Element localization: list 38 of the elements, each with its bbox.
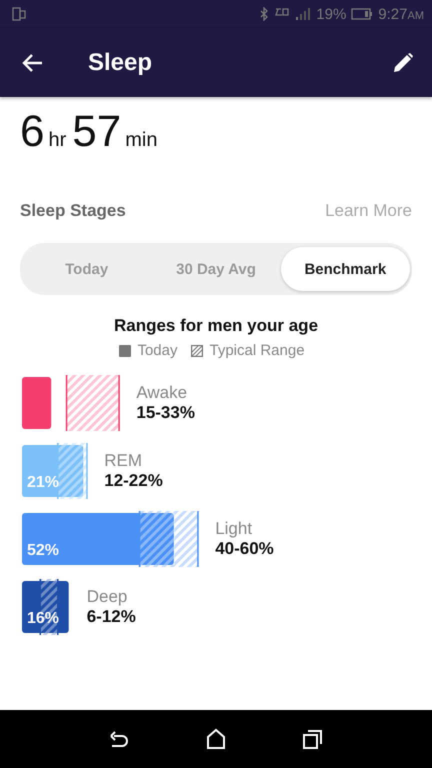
- tab[interactable]: Today: [22, 247, 152, 291]
- home-icon[interactable]: [204, 728, 227, 750]
- bar-value: 16%: [27, 610, 60, 627]
- chart-title: Ranges for men your age: [112, 316, 320, 336]
- tab[interactable]: Benchmark: [280, 247, 410, 291]
- hours-value: 6: [20, 107, 44, 157]
- stage-name: REM: [104, 451, 144, 471]
- back-nav-icon[interactable]: [108, 729, 130, 749]
- stage-name: Deep: [86, 587, 128, 607]
- battery-icon: [351, 8, 374, 20]
- learn-more-link[interactable]: Learn More: [325, 201, 412, 221]
- stage-name: Awake: [136, 383, 188, 403]
- stage-range: 40-60%: [215, 539, 274, 559]
- screen-title: Sleep: [88, 48, 154, 76]
- minutes-value: 57: [72, 107, 122, 157]
- legend-label: Today: [137, 342, 178, 359]
- typical-range-hatch: [57, 443, 88, 499]
- typical-range-hatch: [138, 511, 199, 567]
- stage-name: Light: [215, 519, 254, 539]
- solid-swatch-icon: [119, 344, 132, 356]
- bluetooth-icon: [259, 7, 270, 21]
- screen-mirror-icon: [12, 7, 26, 21]
- clock: 9:27AM: [378, 6, 424, 22]
- hours-unit: hr: [48, 129, 66, 152]
- recent-apps-icon[interactable]: [302, 728, 324, 750]
- stage-range: 6-12%: [86, 607, 136, 627]
- minutes-unit: min: [125, 129, 158, 152]
- hatched-swatch-icon: [191, 344, 204, 356]
- section-title: Sleep Stages: [20, 201, 126, 221]
- legend-label: Typical Range: [209, 342, 305, 359]
- bar-value: 52%: [27, 542, 60, 559]
- battery-percent: 19%: [316, 6, 346, 22]
- tab[interactable]: 30 Day Avg: [151, 247, 281, 291]
- signal-icon: [295, 8, 312, 20]
- stage-range: 12-22%: [104, 471, 163, 491]
- typical-range-hatch: [66, 375, 120, 431]
- bar-value: 21%: [27, 474, 60, 491]
- stage-range: 15-33%: [136, 403, 195, 423]
